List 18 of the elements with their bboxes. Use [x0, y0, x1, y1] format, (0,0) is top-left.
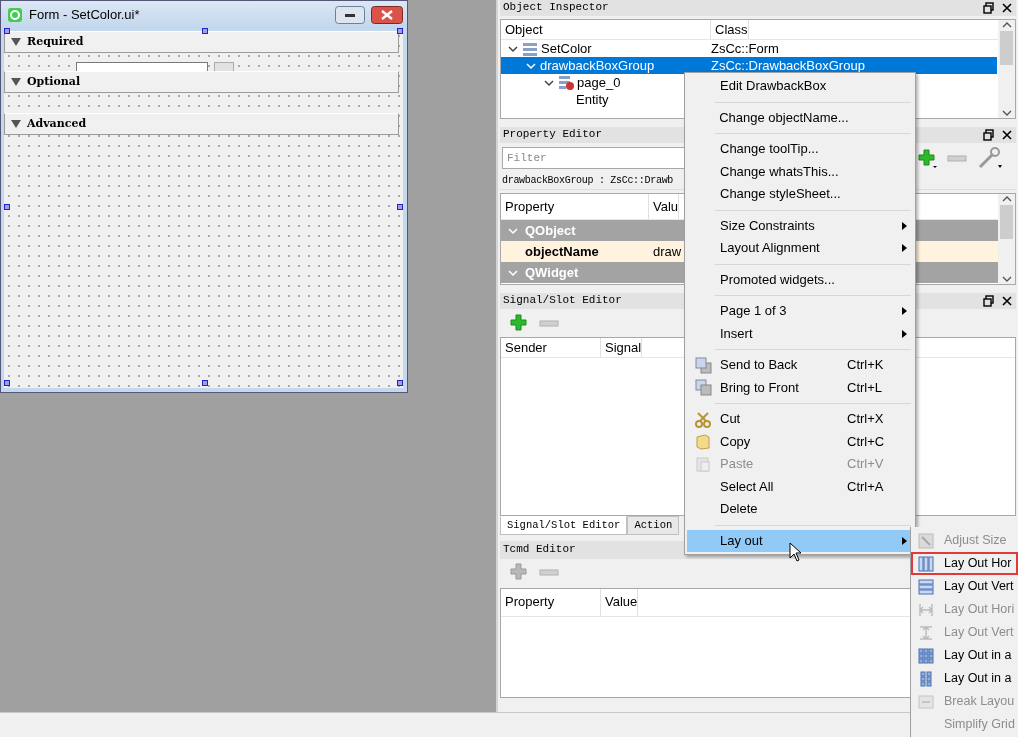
object-name: page_0	[577, 74, 621, 91]
group-name: QObject	[525, 222, 576, 239]
section-title: Advanced	[27, 117, 87, 131]
section-title: Required	[27, 35, 84, 49]
dock-title: Tcmd Editor	[503, 543, 576, 557]
object-name: Entity	[576, 91, 609, 108]
property-name: objectName	[524, 243, 600, 260]
class-name: ZsCc::DrawbackBoxGroup	[711, 57, 865, 74]
dock-title: Signal/Slot Editor	[503, 294, 622, 308]
object-name: SetColor	[541, 40, 592, 57]
window-title: Form - SetColor.ui*	[29, 7, 141, 23]
group-name: QWidget	[525, 264, 579, 281]
class-name: ZsCc::Form	[711, 40, 779, 57]
section-title: Optional	[27, 75, 81, 89]
object-name: drawbackBoxGroup	[540, 57, 655, 74]
property-value: draw	[652, 243, 682, 260]
dock-title: Object Inspector	[503, 1, 609, 15]
dock-title: Property Editor	[503, 128, 603, 142]
